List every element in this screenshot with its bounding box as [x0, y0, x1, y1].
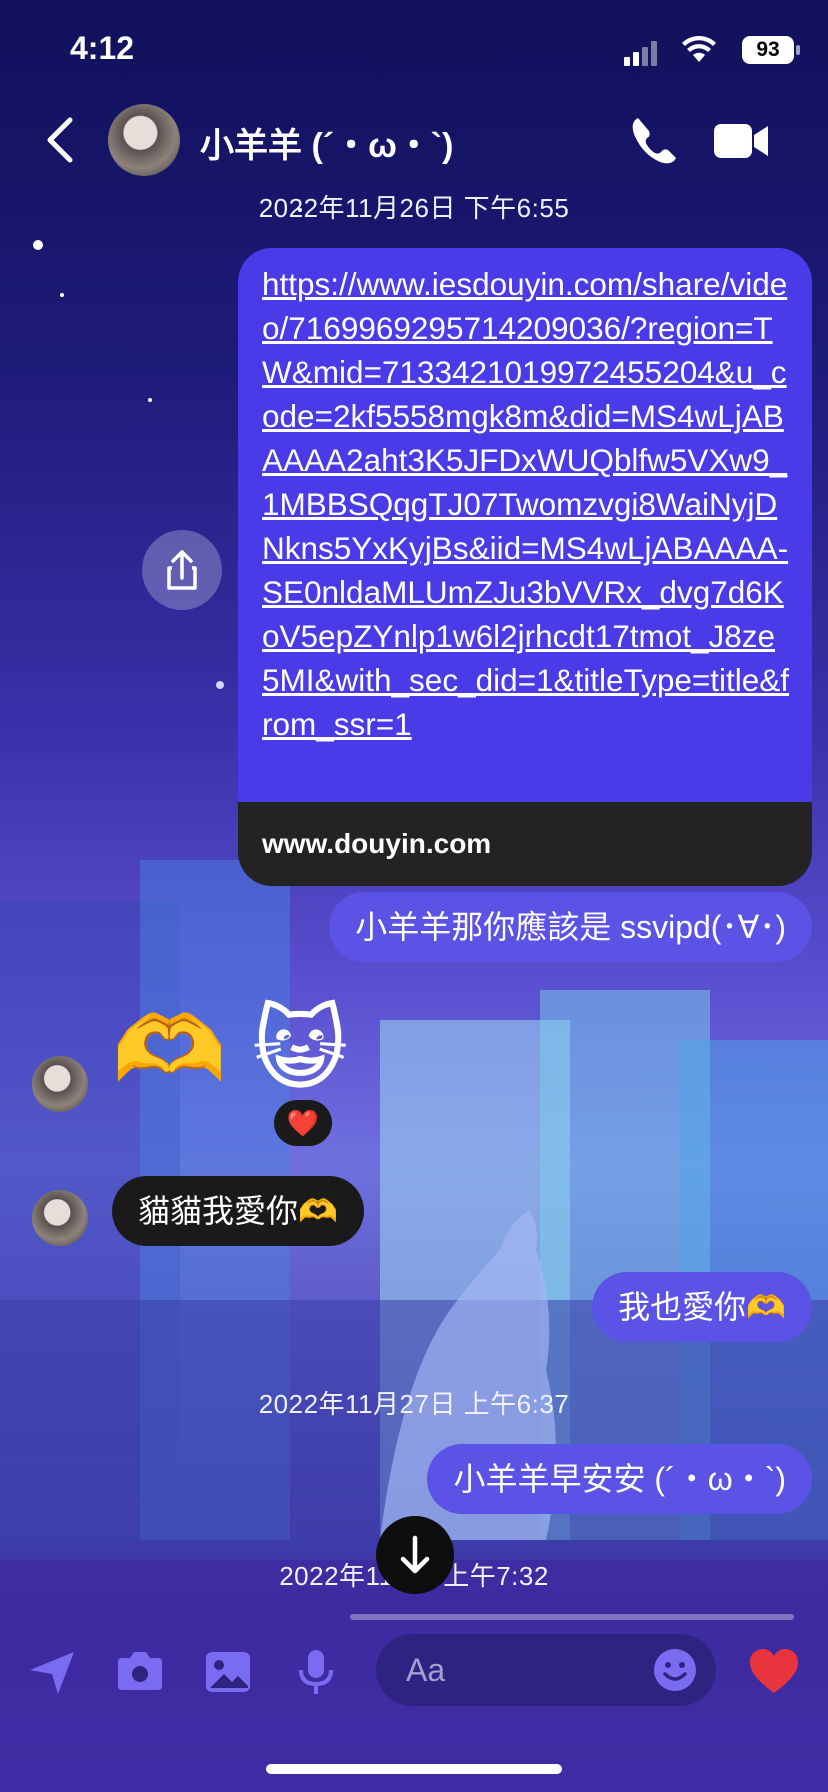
contact-avatar-small[interactable]: [32, 1190, 88, 1246]
link-preview-bar[interactable]: www.douyin.com: [238, 802, 812, 886]
message-input[interactable]: Aa: [376, 1634, 716, 1706]
share-button[interactable]: [142, 530, 222, 610]
contact-name[interactable]: 小羊羊 (´・ω・`): [200, 118, 453, 167]
outgoing-message[interactable]: 小羊羊早安安 (´・ω・`): [427, 1444, 812, 1514]
link-message-bubble[interactable]: https://www.iesdouyin.com/share/video/71…: [238, 248, 812, 886]
photo-icon[interactable]: [202, 1646, 254, 1698]
heart-reaction[interactable]: ❤️: [274, 1100, 332, 1146]
share-icon: [167, 550, 197, 590]
chat-screen: 4:12 93 小羊羊 (´・ω・`) 2022年11月26日 下午6:55 h…: [0, 0, 828, 1792]
emoji-message[interactable]: 🫶 😺: [112, 1000, 348, 1100]
home-indicator: [266, 1764, 562, 1774]
video-camera-icon[interactable]: [714, 118, 770, 164]
timestamp: 2022年11月27日 上午6:37: [258, 1389, 570, 1419]
message-input-placeholder: Aa: [406, 1652, 446, 1688]
back-chevron-icon[interactable]: [40, 112, 80, 168]
battery-indicator: 93: [742, 36, 800, 64]
location-arrow-icon[interactable]: [26, 1646, 78, 1698]
microphone-icon[interactable]: [290, 1646, 342, 1698]
status-time: 4:12: [70, 30, 135, 66]
signal-icon: [624, 41, 657, 66]
scroll-to-bottom-button[interactable]: [376, 1516, 454, 1594]
outgoing-message[interactable]: 小羊羊那你應該是 ssvipd(･∀･): [329, 892, 812, 962]
timestamp: 2022年11月26日 下午6:55: [258, 193, 570, 223]
link-domain: www.douyin.com: [262, 828, 492, 859]
status-icons: 93: [624, 34, 800, 68]
wifi-icon: [682, 36, 716, 62]
incoming-message[interactable]: 貓貓我愛你🫶: [112, 1176, 364, 1246]
outgoing-message[interactable]: 我也愛你🫶: [592, 1272, 812, 1342]
phone-icon[interactable]: [628, 114, 680, 166]
smiley-icon[interactable]: [652, 1647, 698, 1693]
shared-link-url[interactable]: https://www.iesdouyin.com/share/video/71…: [262, 262, 792, 746]
contact-avatar-small[interactable]: [32, 1056, 88, 1112]
heart-icon[interactable]: [748, 1646, 800, 1698]
arrow-down-icon: [400, 1535, 430, 1574]
media-strip: [350, 1614, 794, 1620]
camera-icon[interactable]: [114, 1646, 166, 1698]
contact-avatar[interactable]: [108, 104, 180, 176]
